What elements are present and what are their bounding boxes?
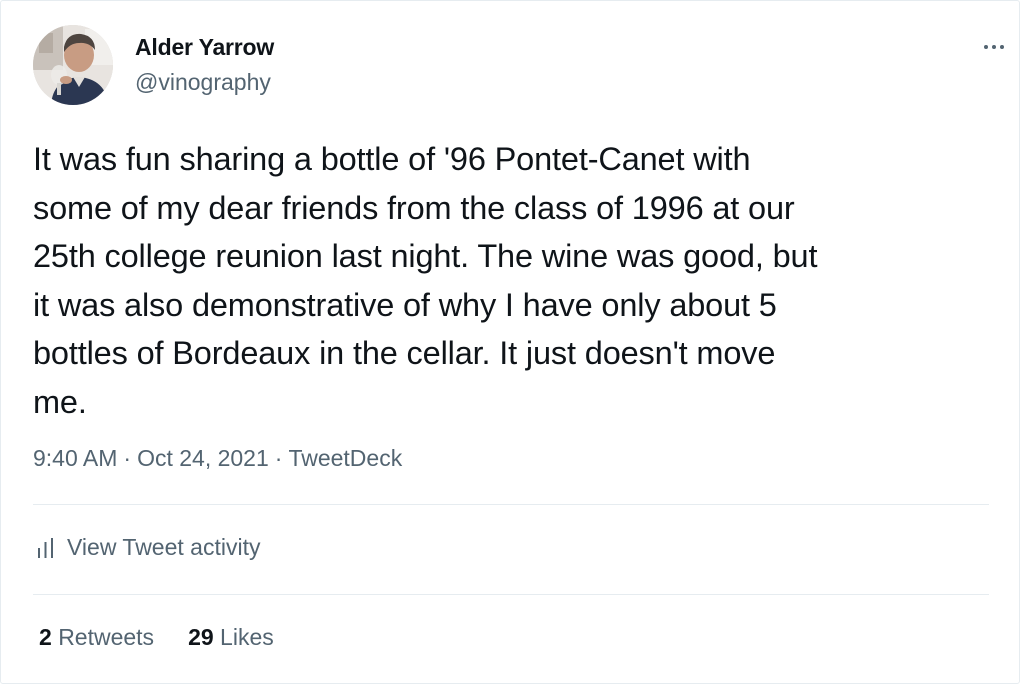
tweet-text: It was fun sharing a bottle of '96 Ponte… [33, 141, 818, 420]
tweet-card: Alder Yarrow @vinography It was fun shar… [0, 0, 1020, 684]
divider [33, 594, 989, 595]
tweet-meta: 9:40 AM · Oct 24, 2021 · TweetDeck [33, 445, 402, 472]
bar-chart-icon [38, 537, 53, 558]
avatar[interactable] [33, 25, 113, 105]
meta-separator: · [274, 445, 283, 471]
more-dot [992, 45, 996, 49]
likes-stat[interactable]: 29 Likes [188, 624, 274, 651]
profile-photo-icon [33, 25, 113, 105]
likes-label: Likes [220, 624, 274, 650]
more-dot [1000, 45, 1004, 49]
retweets-stat[interactable]: 2 Retweets [39, 624, 154, 651]
divider [33, 683, 989, 684]
likes-count: 29 [188, 624, 214, 650]
author-name[interactable]: Alder Yarrow [135, 34, 274, 61]
author-handle[interactable]: @vinography [135, 69, 271, 96]
more-horizontal-icon [984, 45, 988, 49]
tweet-date[interactable]: Oct 24, 2021 [137, 445, 269, 471]
view-tweet-activity-button[interactable]: View Tweet activity [37, 534, 260, 561]
divider [33, 504, 989, 505]
tweet-time[interactable]: 9:40 AM [33, 445, 117, 471]
retweets-count: 2 [39, 624, 52, 650]
meta-separator: · [123, 445, 132, 471]
more-options-button[interactable] [979, 37, 1009, 57]
tweet-stats: 2 Retweets 29 Likes [39, 624, 274, 651]
view-tweet-activity-label: View Tweet activity [67, 534, 261, 560]
retweets-label: Retweets [58, 624, 155, 650]
tweet-source[interactable]: TweetDeck [288, 445, 402, 471]
tweet-header: Alder Yarrow @vinography [33, 25, 1004, 107]
